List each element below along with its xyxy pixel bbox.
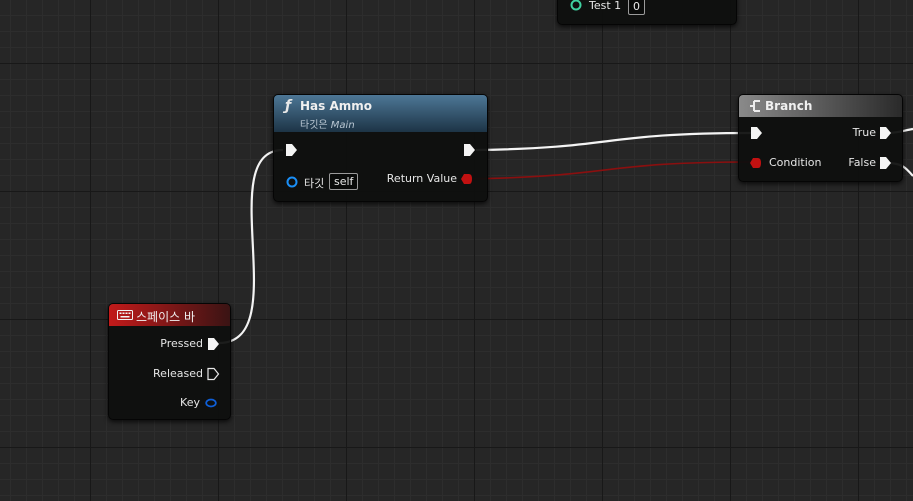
target-value-field[interactable]: self xyxy=(329,173,359,190)
pressed-label: Pressed xyxy=(160,337,203,350)
pressed-exec-out-pin[interactable] xyxy=(206,337,220,351)
space-bar-event-node[interactable]: 스페이스 바 Pressed Released Key xyxy=(108,303,231,420)
key-struct-pin[interactable] xyxy=(204,396,218,410)
false-exec-out-pin[interactable] xyxy=(878,156,892,170)
branch-node[interactable]: Branch Condition True False xyxy=(738,94,903,182)
space-bar-header[interactable]: 스페이스 바 xyxy=(109,304,230,326)
space-bar-title: 스페이스 바 xyxy=(136,310,196,324)
return-value-label: Return Value xyxy=(386,172,457,185)
bool-wire-return-to-condition xyxy=(469,161,753,180)
branch-title: Branch xyxy=(765,99,813,113)
test-value-field[interactable]: 0 xyxy=(628,0,645,15)
released-exec-out-pin[interactable] xyxy=(206,367,220,381)
key-label: Key xyxy=(180,396,200,409)
function-icon: ƒ xyxy=(285,98,292,114)
wires-layer xyxy=(218,127,913,345)
has-ammo-exec-in-pin[interactable] xyxy=(284,143,298,157)
has-ammo-header[interactable]: ƒ Has Ammo 타깃은 Main xyxy=(274,95,487,132)
has-ammo-node[interactable]: ƒ Has Ammo 타깃은 Main 타깃 self Return Value xyxy=(273,94,488,202)
test-label: Test 1 xyxy=(589,0,622,12)
test-node[interactable]: Test 1 0 xyxy=(557,0,737,25)
branch-header[interactable]: Branch xyxy=(739,95,902,117)
branch-icon xyxy=(750,100,760,112)
true-exec-out-pin[interactable] xyxy=(878,126,892,140)
branch-exec-in-pin[interactable] xyxy=(749,126,763,140)
released-label: Released xyxy=(153,367,203,380)
has-ammo-subtitle: 타깃은 Main xyxy=(300,120,355,131)
target-label: 타깃 xyxy=(304,177,325,190)
keyboard-icon xyxy=(117,310,133,320)
true-label: True xyxy=(852,126,876,139)
has-ammo-exec-out-pin[interactable] xyxy=(462,143,476,157)
condition-pin[interactable] xyxy=(749,156,763,170)
condition-label: Condition xyxy=(769,156,822,169)
target-pin[interactable] xyxy=(285,175,299,189)
exec-wire-has-ammo-to-branch xyxy=(475,131,753,152)
false-label: False xyxy=(848,156,876,169)
return-value-pin[interactable] xyxy=(460,172,474,186)
test-input-pin[interactable] xyxy=(569,0,583,12)
has-ammo-title: Has Ammo xyxy=(300,99,372,113)
